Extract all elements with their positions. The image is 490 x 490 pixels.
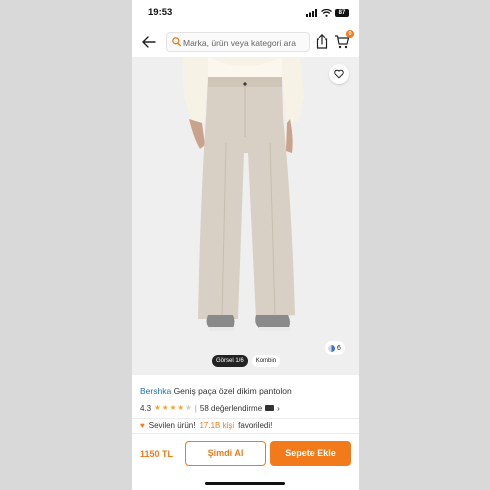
tab-gallery[interactable]: Görsel 1/6: [212, 355, 248, 367]
status-bar: 19:53 87: [132, 0, 359, 26]
search-input[interactable]: Marka, ürün veya kategori ara: [166, 32, 310, 52]
cart-badge: 0: [346, 30, 354, 38]
phone-screen: 19:53 87 Marka, ürün veya kategori ara 0…: [132, 0, 359, 490]
favorites-suffix: favoriledi!: [238, 421, 273, 430]
favorites-prefix: Sevilen ürün!: [148, 421, 196, 430]
search-icon: [172, 37, 181, 47]
status-time: 19:53: [148, 7, 173, 18]
top-navigation: Marka, ürün veya kategori ara 0: [132, 28, 359, 56]
search-placeholder: Marka, ürün veya kategori ara: [183, 38, 296, 48]
battery-icon: 87: [335, 9, 349, 17]
rating-stars: ★ ★ ★ ★ ★: [154, 403, 192, 413]
product-name: Geniş paça özel dikim pantolon: [173, 386, 292, 396]
image-tabs: Görsel 1/6 Kombin: [212, 355, 281, 367]
separator: |: [194, 403, 197, 413]
purchase-bar: 1150 TL Şimdi Al Sepete Ekle: [132, 433, 359, 490]
color-swatch-icon: [328, 344, 335, 352]
camera-icon: [265, 405, 275, 411]
product-image-gallery[interactable]: 6 Görsel 1/6 Kombin: [132, 57, 359, 375]
price: 1150 TL: [140, 449, 174, 459]
favorites-info: ♥ Sevilen ürün! 17.1B kişi favoriledi!: [140, 421, 272, 430]
buy-now-button[interactable]: Şimdi Al: [185, 441, 266, 466]
chevron-right-icon: ›: [277, 403, 280, 413]
divider: [132, 418, 359, 419]
cart-button[interactable]: 0: [334, 30, 354, 50]
product-title: Bershka Geniş paça özel dikim pantolon: [140, 386, 292, 396]
color-count: 6: [337, 344, 341, 352]
favorites-count: 17.1B kişi: [199, 421, 235, 430]
add-to-cart-button[interactable]: Sepete Ekle: [270, 441, 351, 466]
status-icons: 87: [306, 8, 349, 18]
star-icon: ★: [161, 403, 169, 412]
share-icon: [316, 34, 328, 49]
heart-icon: [334, 69, 344, 79]
star-icon: ★: [169, 403, 177, 412]
brand-link[interactable]: Bershka: [140, 386, 171, 396]
share-button[interactable]: [315, 33, 329, 50]
review-count[interactable]: 58 değerlendirme: [200, 404, 262, 413]
rating-row[interactable]: 4.3 ★ ★ ★ ★ ★ | 58 değerlendirme ›: [140, 403, 280, 413]
wifi-icon: [321, 9, 332, 17]
star-icon: ★: [185, 403, 192, 412]
favorite-button[interactable]: [329, 64, 349, 84]
star-icon: ★: [177, 403, 185, 412]
back-button[interactable]: [140, 32, 158, 52]
product-photo: [132, 57, 359, 375]
tab-outfit[interactable]: Kombin: [251, 355, 281, 367]
signal-icon: [306, 9, 317, 17]
rating-score: 4.3: [140, 403, 152, 413]
back-arrow-icon: [142, 36, 156, 48]
home-indicator: [205, 482, 285, 485]
star-icon: ★: [154, 403, 161, 412]
color-variants-button[interactable]: 6: [325, 341, 345, 355]
orange-heart-icon: ♥: [140, 421, 145, 430]
